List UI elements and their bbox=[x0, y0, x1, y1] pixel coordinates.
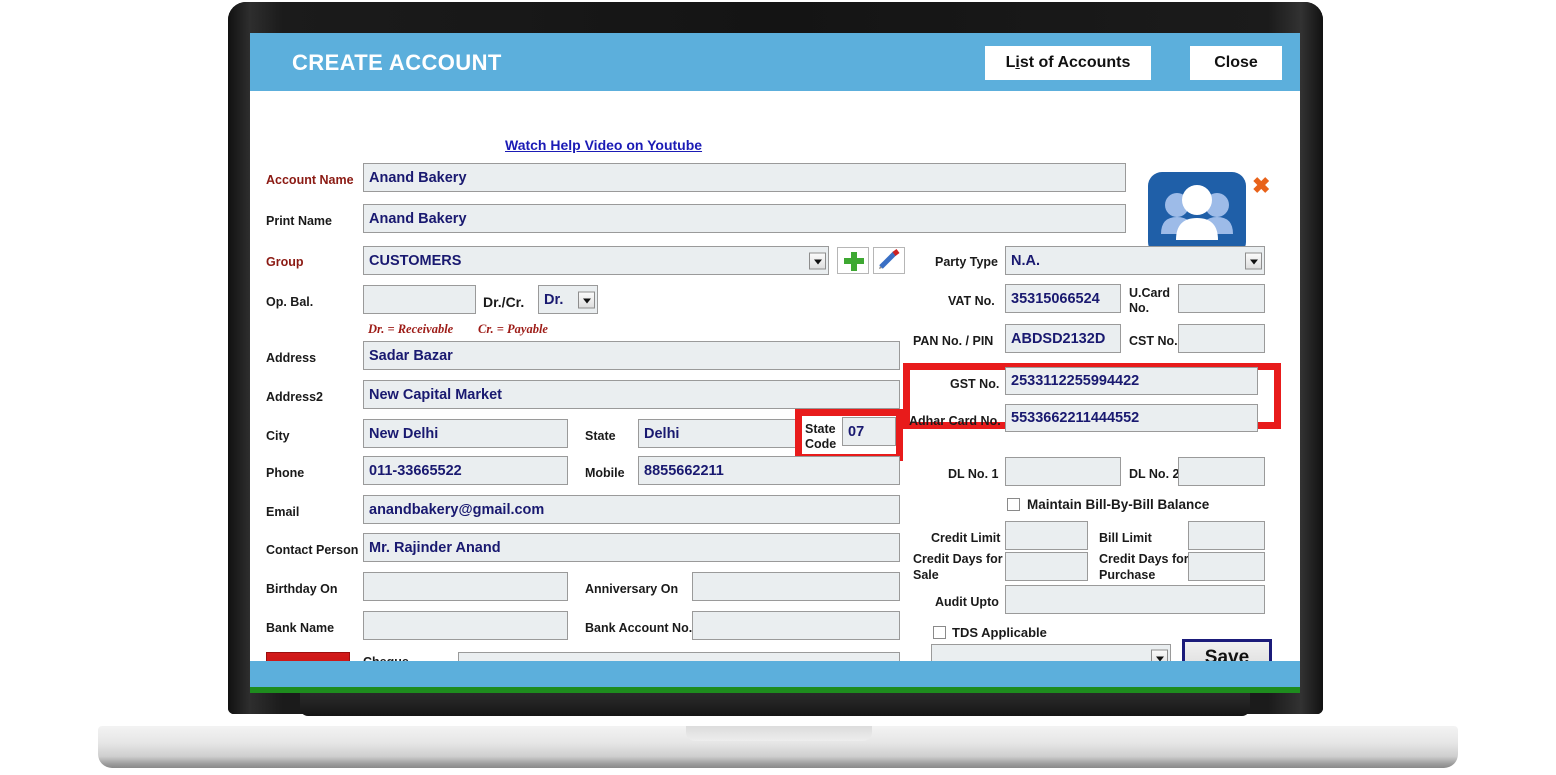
ucard-no-input[interactable] bbox=[1178, 284, 1265, 313]
email-label: Email bbox=[266, 505, 300, 519]
address-input[interactable] bbox=[363, 341, 900, 370]
address2-label: Address2 bbox=[266, 390, 323, 404]
application-window: CREATE ACCOUNT List of Accounts Close Wa… bbox=[250, 33, 1300, 693]
dl-no-1-label: DL No. 1 bbox=[948, 467, 999, 481]
credit-days-sale-input[interactable] bbox=[1005, 552, 1088, 581]
bill-limit-label: Bill Limit bbox=[1099, 531, 1152, 545]
window-footer-bar bbox=[250, 661, 1300, 687]
cr-hint: Cr. = Payable bbox=[478, 322, 548, 336]
account-name-label: Account Name bbox=[266, 173, 354, 187]
bill-limit-input[interactable] bbox=[1188, 521, 1265, 550]
window-titlebar: CREATE ACCOUNT List of Accounts Close bbox=[250, 33, 1300, 91]
window-footer-green-line bbox=[250, 687, 1300, 693]
bank-account-no-input[interactable] bbox=[692, 611, 900, 640]
phone-input[interactable] bbox=[363, 456, 568, 485]
pan-no-input[interactable] bbox=[1005, 324, 1121, 353]
gst-no-label: GST No. bbox=[950, 377, 1000, 391]
group-select[interactable]: CUSTOMERS bbox=[363, 246, 829, 275]
dr-hint: Dr. = Receivable bbox=[368, 322, 454, 336]
cst-no-input[interactable] bbox=[1178, 324, 1265, 353]
vat-no-input[interactable] bbox=[1005, 284, 1121, 313]
credit-limit-input[interactable] bbox=[1005, 521, 1088, 550]
group-select-wrapper[interactable]: CUSTOMERS bbox=[363, 246, 829, 275]
gst-no-input[interactable] bbox=[1005, 367, 1258, 395]
edit-group-button[interactable] bbox=[873, 247, 905, 274]
city-label: City bbox=[266, 429, 290, 443]
close-button[interactable]: Close bbox=[1190, 46, 1282, 80]
group-label: Group bbox=[266, 255, 304, 269]
pan-no-label: PAN No. / PIN bbox=[913, 334, 994, 348]
audit-upto-label: Audit Upto bbox=[935, 595, 999, 609]
ucard-no-label: U.Card No. bbox=[1129, 286, 1170, 315]
birthday-on-input[interactable] bbox=[363, 572, 568, 601]
people-group-icon bbox=[1148, 172, 1246, 256]
party-type-select[interactable]: N.A. bbox=[1005, 246, 1265, 275]
op-bal-label: Op. Bal. bbox=[266, 295, 314, 309]
city-input[interactable] bbox=[363, 419, 568, 448]
mobile-input[interactable] bbox=[638, 456, 900, 485]
credit-days-sale-label: Credit Days for Sale bbox=[913, 552, 1003, 582]
adhar-card-no-input[interactable] bbox=[1005, 404, 1258, 432]
contact-person-label: Contact Person bbox=[266, 543, 359, 557]
contact-person-input[interactable] bbox=[363, 533, 900, 562]
tds-applicable-checkbox[interactable] bbox=[933, 626, 946, 639]
audit-upto-input[interactable] bbox=[1005, 585, 1265, 614]
tds-applicable-label: TDS Applicable bbox=[952, 625, 1047, 640]
mobile-label: Mobile bbox=[585, 466, 625, 480]
bank-account-no-label: Bank Account No. bbox=[585, 621, 693, 635]
op-bal-input[interactable] bbox=[363, 285, 476, 314]
state-code-input[interactable] bbox=[842, 417, 896, 446]
dl-no-2-input[interactable] bbox=[1178, 457, 1265, 486]
email-input[interactable] bbox=[363, 495, 900, 524]
add-group-button[interactable] bbox=[837, 247, 869, 274]
dr-cr-label: Dr./Cr. bbox=[483, 294, 525, 310]
page-title: CREATE ACCOUNT bbox=[292, 50, 502, 75]
address2-input[interactable] bbox=[363, 380, 900, 409]
birthday-on-label: Birthday On bbox=[266, 582, 338, 596]
anniversary-on-label: Anniversary On bbox=[585, 582, 679, 596]
dl-no-1-input[interactable] bbox=[1005, 457, 1121, 486]
form-body: Watch Help Video on Youtube ✖ Account Na… bbox=[250, 91, 1300, 688]
list-of-accounts-label: List of Accounts bbox=[1005, 54, 1131, 71]
print-name-input[interactable] bbox=[363, 204, 1126, 233]
bank-name-input[interactable] bbox=[363, 611, 568, 640]
plus-icon-horizontal bbox=[844, 258, 864, 264]
phone-label: Phone bbox=[266, 466, 305, 480]
laptop-base-notch bbox=[686, 726, 872, 741]
pencil-icon bbox=[879, 249, 900, 269]
credit-days-purchase-input[interactable] bbox=[1188, 552, 1265, 581]
laptop-hinge bbox=[300, 690, 1250, 716]
watch-help-video-link[interactable]: Watch Help Video on Youtube bbox=[505, 137, 702, 153]
anniversary-on-input[interactable] bbox=[692, 572, 900, 601]
party-type-label: Party Type bbox=[935, 255, 998, 269]
dl-no-2-label: DL No. 2 bbox=[1129, 467, 1180, 481]
close-x-icon[interactable]: ✖ bbox=[1252, 175, 1272, 197]
bank-name-label: Bank Name bbox=[266, 621, 335, 635]
state-label: State bbox=[585, 429, 616, 443]
credit-limit-label: Credit Limit bbox=[931, 531, 1001, 545]
account-name-input[interactable] bbox=[363, 163, 1126, 192]
state-code-label: State Code bbox=[805, 422, 837, 451]
adhar-card-no-label: Adhar Card No. bbox=[909, 414, 1001, 428]
maintain-bill-by-bill-label: Maintain Bill-By-Bill Balance bbox=[1027, 497, 1210, 512]
dr-cr-select[interactable]: Dr. bbox=[538, 285, 598, 314]
maintain-bill-by-bill-checkbox[interactable] bbox=[1007, 498, 1020, 511]
address-label: Address bbox=[266, 351, 317, 365]
party-type-select-wrapper[interactable]: N.A. bbox=[1005, 246, 1265, 275]
credit-days-purchase-label: Credit Days for Purchase bbox=[1099, 552, 1189, 582]
list-of-accounts-button[interactable]: List of Accounts bbox=[985, 46, 1151, 80]
vat-no-label: VAT No. bbox=[948, 294, 995, 308]
dr-cr-select-wrapper[interactable]: Dr. bbox=[538, 285, 598, 314]
print-name-label: Print Name bbox=[266, 214, 332, 228]
cst-no-label: CST No. bbox=[1129, 334, 1178, 348]
